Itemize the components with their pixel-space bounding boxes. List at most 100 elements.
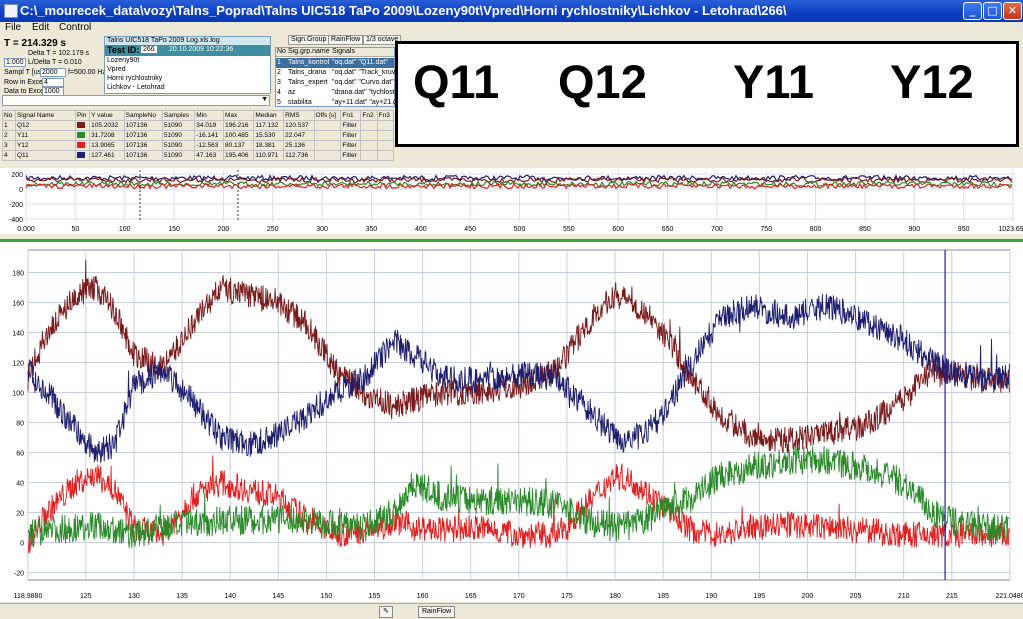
col-no: No bbox=[2, 110, 16, 121]
overview-y-tick: 0 bbox=[19, 187, 23, 194]
x-tick-label: 190 bbox=[705, 593, 717, 600]
table-cell: 1 bbox=[2, 120, 16, 131]
x-tick-label: 205 bbox=[850, 593, 862, 600]
test-id-value[interactable]: 266 bbox=[141, 46, 157, 53]
siglist-row[interactable]: 1 Talns_kontrol "oq.dat" "Q11.dat" bbox=[276, 58, 394, 68]
siglist-cell: 5 bbox=[277, 99, 281, 106]
table-cell: 13.9065 bbox=[89, 140, 125, 151]
siglist-row[interactable]: 3 Talns_expert "oq.dat" "Curvo.dat" bbox=[276, 78, 394, 88]
overview-x-tick: 850 bbox=[859, 226, 871, 233]
main-chart[interactable]: 180160140120100806040200-20118.9880 125 13… bbox=[0, 242, 1023, 602]
table-cell: 120.537 bbox=[283, 120, 315, 131]
sampl-label: Sampl T [us] bbox=[4, 69, 44, 76]
test-id-date: 20.10.2009 10:22:36 bbox=[169, 46, 234, 53]
menu-control[interactable]: Control bbox=[59, 22, 91, 33]
overview-x-tick: 900 bbox=[908, 226, 920, 233]
table-cell: 107136 bbox=[123, 140, 163, 151]
color-swatch[interactable] bbox=[76, 151, 85, 158]
table-cell: 127.461 bbox=[89, 150, 125, 161]
close-button[interactable]: ✕ bbox=[1003, 2, 1022, 20]
table-cell bbox=[376, 120, 395, 131]
table-cell: Filter bbox=[340, 120, 362, 131]
row-input[interactable]: 4 bbox=[42, 78, 64, 87]
y-tick-label: 160 bbox=[12, 301, 24, 308]
x-tick-label: 125 bbox=[80, 593, 92, 600]
legend-box: Q11 Q12 Y11 Y12 bbox=[395, 41, 1019, 147]
menu-file[interactable]: File bbox=[5, 22, 21, 33]
table-cell: 51090 bbox=[161, 150, 196, 161]
test-file-bar: Talns UIC518 TaPo 2009 Log.xls.log bbox=[105, 37, 270, 45]
col-offs: Offs [s] bbox=[313, 110, 342, 121]
siglist-cell: 1 bbox=[277, 59, 281, 66]
x-tick-label: 175 bbox=[561, 593, 573, 600]
siglist-cell: Talns_expert bbox=[288, 79, 328, 86]
title-bar: C:\_mourecek_data\vozy\Talns_Poprad\Taln… bbox=[0, 0, 1023, 22]
delta-t: Delta T = 102.179 s bbox=[28, 50, 90, 57]
table-cell: Y12 bbox=[14, 140, 76, 151]
table-cell bbox=[313, 120, 342, 131]
x-tick-label: 130 bbox=[128, 593, 140, 600]
col-fn1: Fn1 bbox=[340, 110, 362, 121]
table-row[interactable]: 2 Y11 31.7208 107136 51090 -16.141 100.485 15.5… bbox=[2, 130, 395, 141]
y-tick-label: 20 bbox=[16, 511, 24, 518]
sampl-input[interactable]: 2000 bbox=[40, 68, 66, 77]
table-row[interactable]: 4 Q11 127.461 107136 51090 47.163 195.406 110.9… bbox=[2, 150, 395, 161]
overview-x-tick: 1023.694 bbox=[998, 226, 1023, 233]
x-tick-label: 135 bbox=[176, 593, 188, 600]
table-cell: 107136 bbox=[123, 130, 163, 141]
table-row[interactable]: 3 Y12 13.9065 107136 51090 -12.563 80.137 18.38… bbox=[2, 140, 395, 151]
test-line: Lichkov - Letohrad bbox=[107, 84, 165, 91]
table-row[interactable]: 1 Q12 105.2032 107136 51090 34.019 196.216 117.… bbox=[2, 120, 395, 131]
table-cell: 196.216 bbox=[222, 120, 255, 131]
siglist-row[interactable]: 4 az "drana.dat" "tychlost" bbox=[276, 88, 397, 98]
overview-x-tick: 250 bbox=[267, 226, 279, 233]
table-cell: 51090 bbox=[161, 130, 196, 141]
x-tick-label: 215 bbox=[946, 593, 958, 600]
comment-combo[interactable]: ▼ bbox=[2, 95, 270, 106]
siglist-cell: az bbox=[288, 89, 296, 96]
x-tick-label: 150 bbox=[321, 593, 333, 600]
color-swatch[interactable] bbox=[76, 131, 85, 138]
table-cell: 100.485 bbox=[222, 130, 255, 141]
overview-x-tick: 350 bbox=[366, 226, 378, 233]
table-cell: 25.136 bbox=[283, 140, 315, 151]
rainflow-button[interactable]: RainFlow bbox=[418, 606, 456, 618]
tab-rainflow[interactable]: RainFlow bbox=[328, 35, 364, 45]
test-id-label: Test ID: bbox=[107, 45, 140, 55]
overview-x-tick: 100 bbox=[119, 226, 131, 233]
ld-input[interactable]: 1.000 bbox=[4, 58, 26, 67]
overview-x-tick: 0.000 bbox=[17, 226, 35, 233]
overview-x-tick: 150 bbox=[168, 226, 180, 233]
table-cell: 117.132 bbox=[253, 120, 285, 131]
table-cell: 110.971 bbox=[253, 150, 285, 161]
tab-sign-group[interactable]: Sign.Group bbox=[288, 35, 330, 45]
siglist-row[interactable]: 2 Talns_drana "oq.dat" "Track_kruv" bbox=[276, 68, 398, 78]
overview-x-tick: 450 bbox=[464, 226, 476, 233]
chevron-down-icon[interactable]: ▼ bbox=[261, 96, 268, 103]
table-cell: 105.2032 bbox=[89, 120, 125, 131]
overview-x-tick: 800 bbox=[810, 226, 822, 233]
ld-label: L/Delta T = 0.010 bbox=[28, 59, 82, 66]
signal-table-header: No Signal Name Pin Y value SampleNo Samp… bbox=[2, 110, 395, 121]
overview-chart[interactable]: 200 0 -200 -400 0.000 50 100 150 200 250 300 350 400… bbox=[0, 168, 1023, 234]
x-tick-label: 185 bbox=[657, 593, 669, 600]
color-swatch[interactable] bbox=[76, 121, 85, 128]
siglist-cell: 2 bbox=[277, 69, 281, 76]
col-fn2: Fn2 bbox=[360, 110, 378, 121]
siglist-header-no: No bbox=[277, 48, 286, 55]
legend-y12: Y12 bbox=[890, 55, 974, 108]
table-cell: 107136 bbox=[123, 150, 163, 161]
color-swatch[interactable] bbox=[76, 141, 85, 148]
window-title: C:\_mourecek_data\vozy\Talns_Poprad\Taln… bbox=[20, 3, 787, 18]
y-tick-label: 60 bbox=[16, 451, 24, 458]
siglist-row[interactable]: 5 stabilita "ay+11.dat" "ay+21.dat" bbox=[276, 98, 405, 108]
maximize-button[interactable]: □ bbox=[983, 2, 1002, 20]
pen-button[interactable]: ✎ bbox=[379, 606, 393, 618]
minimize-button[interactable]: _ bbox=[963, 2, 982, 20]
table-cell bbox=[313, 130, 342, 141]
pin-swatch-cell bbox=[74, 120, 91, 131]
menu-edit[interactable]: Edit bbox=[32, 22, 49, 33]
col-yvalue: Y value bbox=[89, 110, 125, 121]
y-tick-label: 120 bbox=[12, 361, 24, 368]
table-cell: 31.7208 bbox=[89, 130, 125, 141]
